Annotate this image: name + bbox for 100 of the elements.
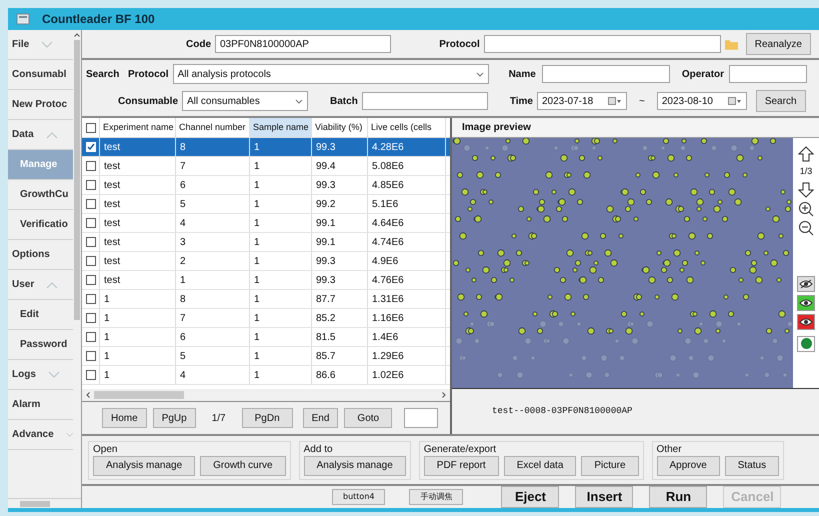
checkbox[interactable] — [86, 332, 96, 342]
code-field[interactable]: 03PF0N8100000AP — [215, 35, 392, 53]
action-button[interactable]: Analysis manage — [93, 456, 196, 476]
table-row[interactable]: 1 6 1 81.5 1.4E6 — [82, 328, 450, 347]
zoom-in-icon[interactable] — [798, 200, 814, 216]
page-up-button[interactable]: PgUp — [152, 408, 196, 428]
batch-field[interactable] — [362, 92, 488, 110]
calendar-icon — [608, 97, 622, 105]
eye-off-button[interactable] — [797, 276, 815, 292]
checkbox[interactable] — [86, 370, 96, 380]
table-row[interactable]: test 1 1 99.3 4.76E6 — [82, 271, 450, 290]
scroll-left-icon[interactable] — [86, 392, 90, 398]
search-label: Search — [86, 68, 120, 82]
table-cell: 1 — [250, 309, 312, 327]
scroll-right-icon[interactable] — [442, 392, 446, 398]
table-row[interactable]: 1 7 1 85.2 1.16E6 — [82, 309, 450, 328]
page-down-button[interactable]: PgDn — [242, 408, 293, 428]
small-button[interactable]: 手动调焦 — [409, 489, 464, 505]
goto-button[interactable]: Goto — [344, 408, 392, 428]
action-button[interactable]: Analysis manage — [304, 456, 406, 476]
checkbox[interactable] — [86, 256, 96, 266]
horizontal-scrollbar[interactable] — [82, 389, 450, 401]
column-header[interactable]: Sample name — [250, 118, 312, 137]
action-button[interactable]: Excel data — [504, 456, 576, 476]
command-button[interactable]: Run — [649, 486, 708, 508]
table-cell: 1 — [100, 309, 176, 327]
eye-button[interactable] — [797, 294, 815, 310]
table-cell: 1 — [250, 138, 312, 156]
chevron-down-icon — [41, 40, 54, 48]
horizontal-scrollbar[interactable] — [8, 498, 81, 508]
checkbox[interactable] — [86, 199, 96, 209]
table-cell: 1 — [250, 347, 312, 365]
protocol-dropdown[interactable]: All analysis protocols — [172, 64, 489, 84]
table-row[interactable]: 1 8 1 87.7 1.31E6 — [82, 290, 450, 309]
scroll-up-icon[interactable] — [74, 33, 80, 37]
action-button[interactable]: Approve — [656, 456, 720, 476]
group-title: Add to — [304, 442, 334, 456]
code-label: Code — [186, 38, 211, 52]
table-row[interactable]: test 5 1 99.2 5.1E6 — [82, 195, 450, 214]
preview-title: Image preview — [452, 118, 819, 138]
action-button[interactable]: Status — [724, 456, 780, 476]
table-cell: 5.08E6 — [368, 157, 446, 175]
table-cell: 1 — [250, 214, 312, 232]
table-cell: test — [100, 157, 176, 175]
table-row[interactable]: test 3 1 99.1 4.74E6 — [82, 233, 450, 252]
checkbox[interactable] — [86, 161, 96, 171]
column-header[interactable]: Channel number — [176, 118, 250, 137]
end-date-field[interactable]: 2023-08-10 — [656, 92, 747, 110]
consumable-dropdown[interactable]: All consumables — [182, 91, 308, 111]
search-button[interactable]: Search — [756, 90, 806, 112]
chevron-down-icon — [66, 430, 74, 438]
start-date-field[interactable]: 2023-07-18 — [536, 92, 627, 110]
table-cell: 1.02E6 — [368, 366, 446, 384]
reanalyze-button[interactable]: Reanalyze — [746, 33, 811, 55]
command-button[interactable]: Insert — [575, 486, 634, 508]
name-field[interactable] — [542, 65, 670, 83]
checkbox[interactable] — [86, 275, 96, 285]
table-row[interactable]: test 7 1 99.4 5.08E6 — [82, 157, 450, 176]
home-button[interactable]: Home — [102, 408, 147, 428]
table-row[interactable]: 1 5 1 85.7 1.29E6 — [82, 347, 450, 366]
table-cell: 1 — [250, 328, 312, 346]
protocol-label: Protocol — [128, 68, 169, 82]
action-button[interactable]: Picture — [581, 456, 639, 476]
time-label: Time — [510, 94, 533, 108]
checkbox[interactable] — [86, 142, 96, 152]
arrow-down-icon[interactable] — [798, 182, 814, 198]
table-row[interactable]: test 6 1 99.3 4.85E6 — [82, 176, 450, 195]
table-cell: 1 — [250, 195, 312, 213]
eye-icon — [799, 298, 813, 308]
arrow-up-icon[interactable] — [798, 146, 814, 162]
table-cell: 1 — [250, 176, 312, 194]
checkbox[interactable] — [86, 294, 96, 304]
checkbox[interactable] — [86, 313, 96, 323]
eye-button[interactable] — [797, 314, 815, 330]
table-cell: 1.31E6 — [368, 290, 446, 308]
action-button[interactable]: Growth curve — [200, 456, 286, 476]
small-button[interactable]: button4 — [332, 489, 386, 505]
checkbox[interactable] — [86, 237, 96, 247]
table-row[interactable]: 1 4 1 86.6 1.02E6 — [82, 366, 450, 385]
zoom-out-icon[interactable] — [798, 220, 814, 236]
checkbox[interactable] — [86, 351, 96, 361]
checkbox[interactable] — [86, 122, 96, 132]
goto-field[interactable] — [404, 408, 438, 428]
protocol-field[interactable] — [484, 35, 721, 53]
table-cell: 1.4E6 — [368, 328, 446, 346]
chevron-up-icon — [46, 280, 58, 288]
table-cell: 1 — [100, 328, 176, 346]
operator-field[interactable] — [729, 65, 808, 83]
checkbox[interactable] — [86, 180, 96, 190]
table-row[interactable]: test 4 1 99.1 4.64E6 — [82, 214, 450, 233]
table-cell: 1 — [176, 271, 250, 289]
column-header[interactable]: Viability (%) — [312, 118, 368, 137]
action-button[interactable]: PDF report — [424, 456, 499, 476]
end-button[interactable]: End — [302, 408, 338, 428]
command-button[interactable]: Eject — [501, 486, 560, 508]
checkbox[interactable] — [86, 218, 96, 228]
table-row[interactable]: test 2 1 99.3 4.9E6 — [82, 252, 450, 271]
table-row[interactable]: test 8 1 99.3 4.28E6 — [82, 138, 450, 157]
dot-button[interactable] — [797, 336, 815, 352]
eye-off-icon — [799, 278, 813, 288]
